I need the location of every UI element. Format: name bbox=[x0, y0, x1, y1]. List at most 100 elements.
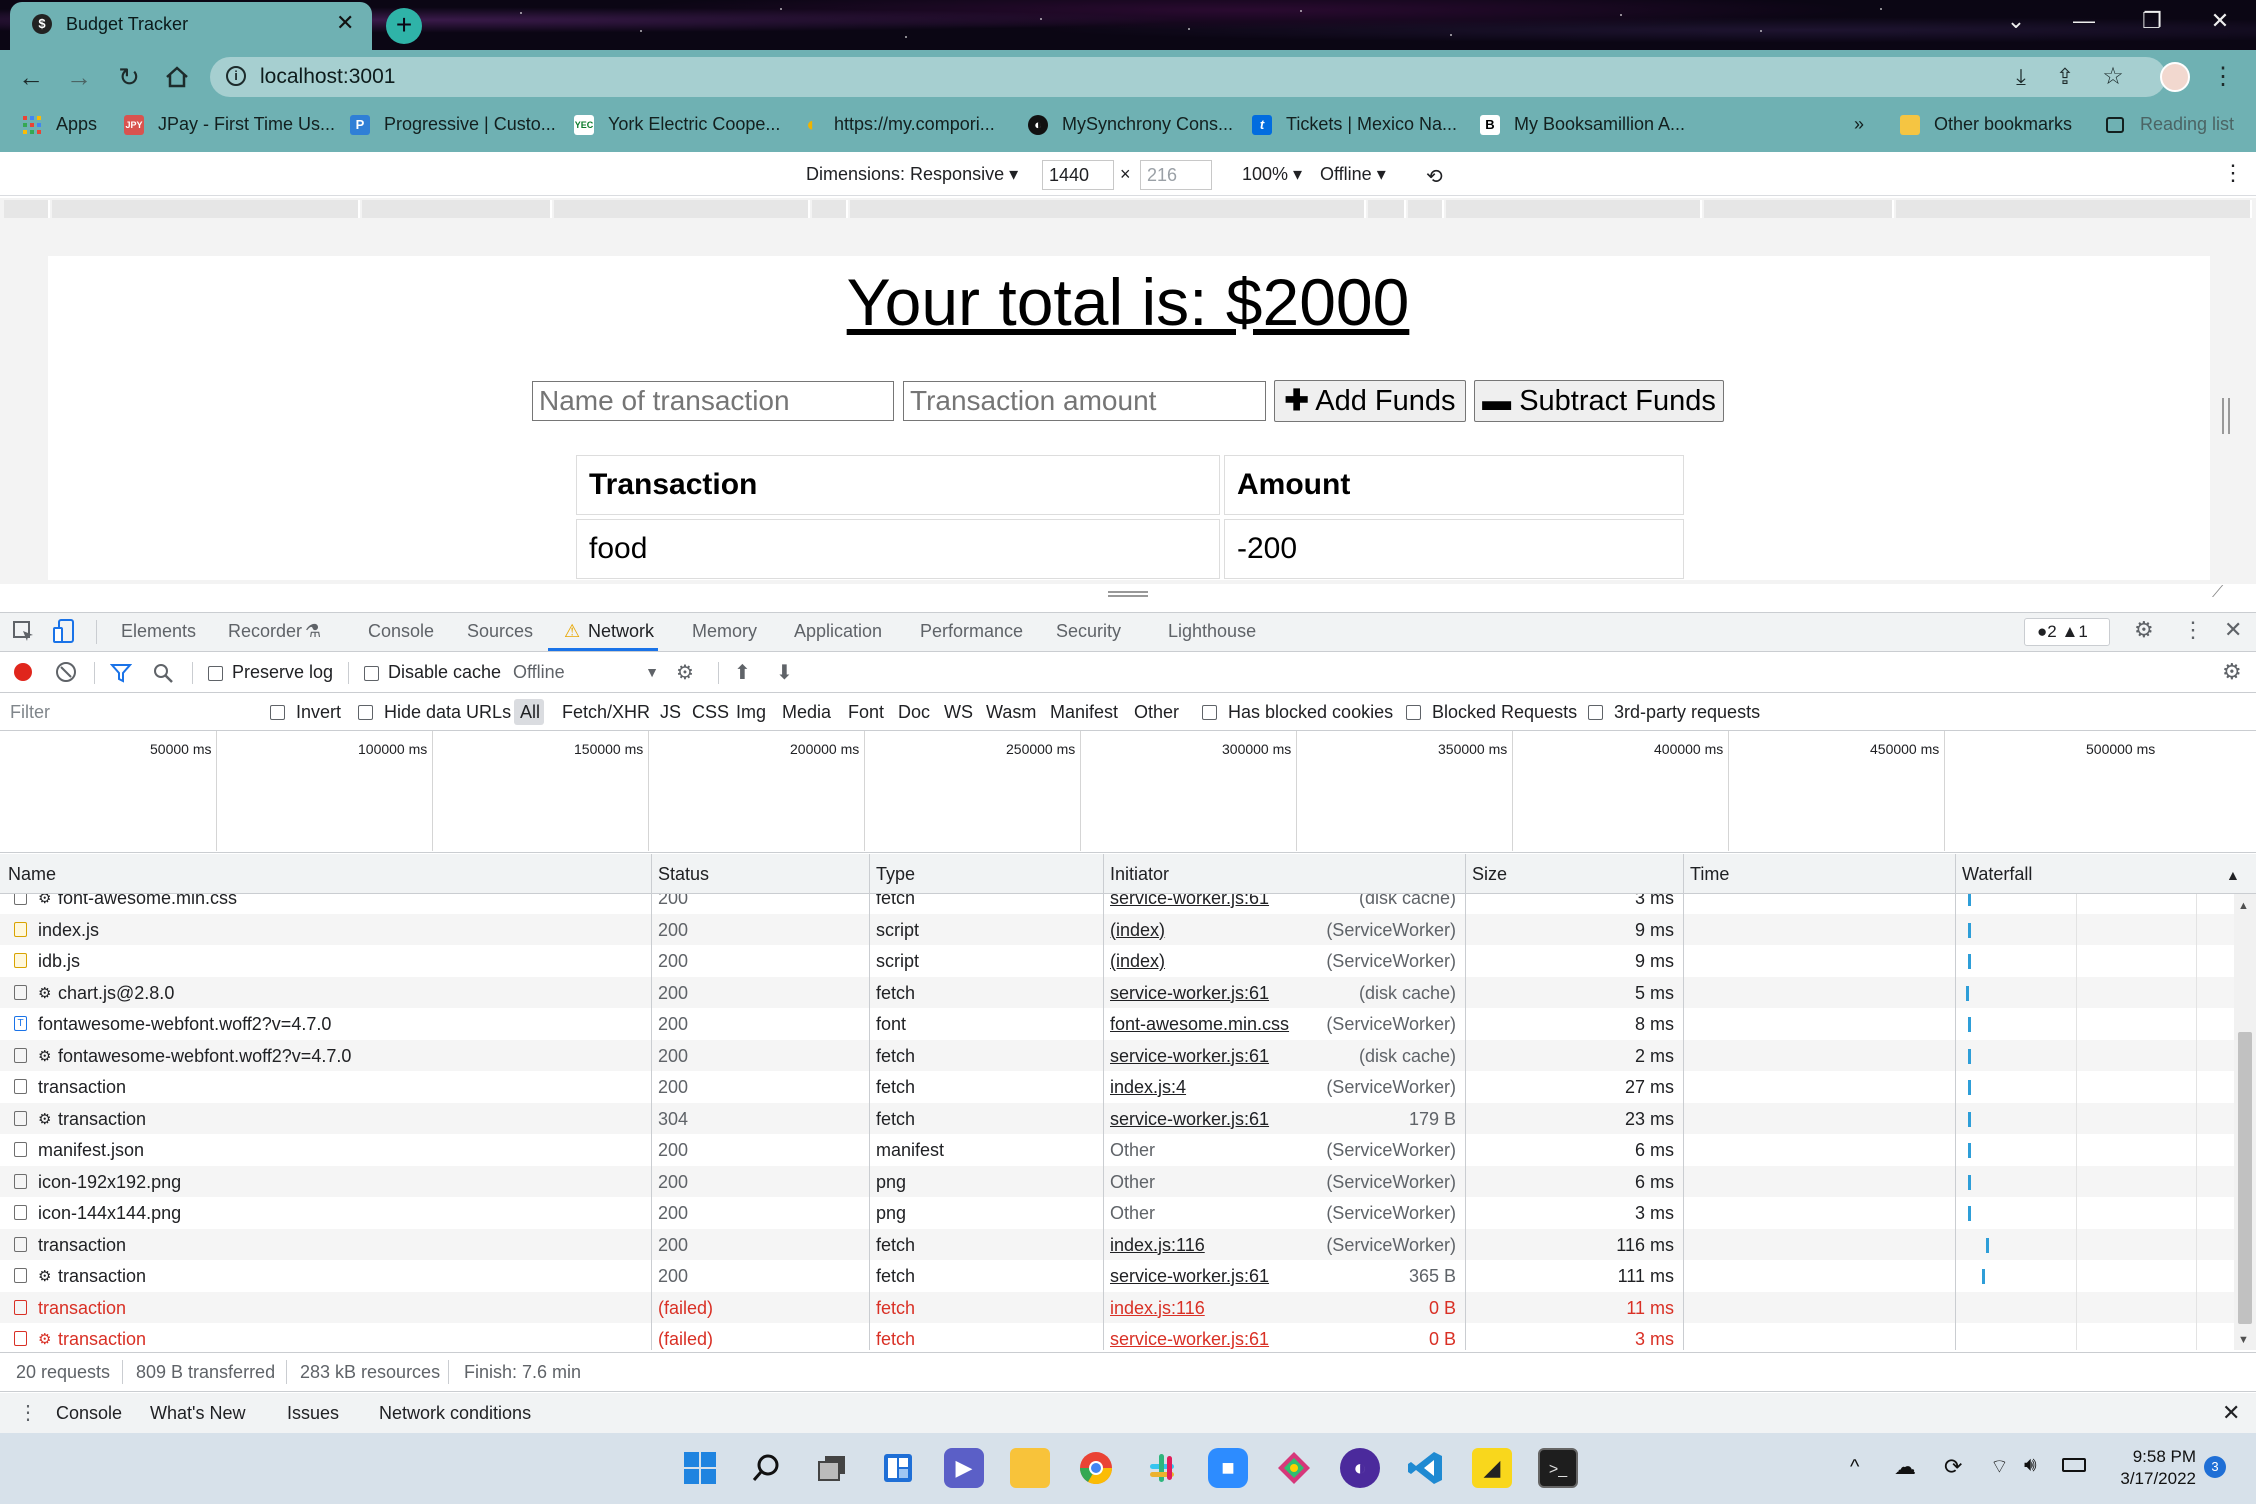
restore-button[interactable]: ❐ bbox=[2118, 0, 2186, 44]
transaction-amount-input[interactable]: Transaction amount bbox=[903, 381, 1266, 421]
clock[interactable]: 9:58 PM 3/17/2022 bbox=[2096, 1446, 2196, 1490]
widgets-icon[interactable] bbox=[878, 1448, 918, 1488]
tab-security[interactable]: Security bbox=[1056, 621, 1121, 642]
table-row[interactable]: ⚙ transaction 200 fetch service-worker.js:61… bbox=[0, 1260, 2234, 1292]
filter-type-js[interactable]: JS bbox=[660, 702, 681, 723]
network-conditions-icon[interactable]: ⚙ bbox=[676, 660, 694, 685]
request-initiator[interactable]: service-worker.js:61 bbox=[1110, 894, 1269, 909]
drawer-tab-network-conditions[interactable]: Network conditions bbox=[379, 1403, 531, 1424]
invert-checkbox[interactable] bbox=[270, 705, 285, 720]
table-row[interactable]: ⚙ fontawesome-webfont.woff2?v=4.7.0 200 fet… bbox=[0, 1039, 2234, 1071]
request-initiator[interactable]: service-worker.js:61 bbox=[1110, 983, 1269, 1004]
transaction-name-input[interactable]: Name of transaction bbox=[532, 381, 894, 421]
table-row[interactable]: transaction (failed) fetch index.js:116 0 B 1… bbox=[0, 1291, 2234, 1323]
filter-type-other[interactable]: Other bbox=[1134, 702, 1179, 723]
device-toggle-icon[interactable] bbox=[52, 618, 76, 644]
viewport-side-handle[interactable] bbox=[2222, 398, 2230, 434]
third-party-checkbox[interactable] bbox=[1588, 705, 1603, 720]
inspect-element-icon[interactable] bbox=[12, 620, 36, 644]
filter-type-css[interactable]: CSS bbox=[692, 702, 729, 723]
corner-resize-icon[interactable]: ⟋ bbox=[2212, 584, 2223, 602]
window-close-button[interactable]: ✕ bbox=[2186, 0, 2254, 44]
bookmark-synchrony[interactable]: MySynchrony Cons... bbox=[1062, 114, 1233, 135]
filter-type-doc[interactable]: Doc bbox=[898, 702, 930, 723]
column-waterfall[interactable]: Waterfall bbox=[1962, 864, 2032, 885]
start-windows-icon[interactable] bbox=[680, 1448, 720, 1488]
devtools-more-icon[interactable]: ⋮ bbox=[2182, 617, 2204, 643]
hide-data-urls-checkbox[interactable] bbox=[358, 705, 373, 720]
bookmark-compori[interactable]: https://my.compori... bbox=[834, 114, 995, 135]
settings-gear-icon[interactable]: ⚙ bbox=[2134, 617, 2154, 643]
table-row[interactable]: icon-192x192.png 200 png Other (ServiceWorke… bbox=[0, 1165, 2234, 1197]
dimensions-dropdown[interactable]: Dimensions: Responsive ▾ bbox=[806, 164, 1018, 185]
bookmark-apps[interactable]: Apps bbox=[56, 114, 97, 135]
tab-recorder[interactable]: Recorder bbox=[228, 621, 302, 642]
table-row[interactable]: index.js 200 script (index) (ServiceWorker) 9… bbox=[0, 913, 2234, 945]
throttle-dropdown[interactable]: Offline ▾ bbox=[1320, 164, 1386, 185]
home-icon[interactable] bbox=[160, 60, 194, 94]
bookmark-jpay[interactable]: JPay - First Time Us... bbox=[158, 114, 335, 135]
reload-icon[interactable]: ↻ bbox=[112, 60, 146, 94]
tab-console[interactable]: Console bbox=[368, 621, 434, 642]
back-arrow-icon[interactable]: ← bbox=[14, 60, 48, 94]
reading-list[interactable]: Reading list bbox=[2140, 114, 2234, 135]
request-initiator[interactable]: service-worker.js:61 bbox=[1110, 1266, 1269, 1287]
address-bar[interactable] bbox=[210, 57, 2166, 97]
filter-input[interactable]: Filter bbox=[10, 702, 50, 723]
subtract-funds-button[interactable]: ▬ Subtract Funds bbox=[1474, 380, 1724, 422]
network-settings-icon[interactable]: ⚙ bbox=[2222, 659, 2242, 685]
bookmark-booksamillion[interactable]: My Booksamillion A... bbox=[1514, 114, 1685, 135]
table-row[interactable]: ⚙ chart.js@2.8.0 200 fetch service-worker.js… bbox=[0, 976, 2234, 1008]
tab-elements[interactable]: Elements bbox=[121, 621, 196, 642]
import-har-icon[interactable]: ⬆ bbox=[734, 660, 751, 685]
request-initiator[interactable]: font-awesome.min.css bbox=[1110, 1014, 1289, 1035]
request-initiator[interactable]: index.js:116 bbox=[1110, 1298, 1205, 1319]
vscode-icon[interactable] bbox=[1406, 1448, 1446, 1488]
drawer-close-icon[interactable]: ✕ bbox=[2222, 1400, 2240, 1426]
tab-search-icon[interactable]: ⌄ bbox=[1982, 0, 2050, 44]
preserve-log-checkbox[interactable] bbox=[208, 666, 223, 681]
chrome-icon[interactable] bbox=[1076, 1448, 1116, 1488]
column-name[interactable]: Name bbox=[8, 864, 56, 885]
share-icon[interactable]: ⇪ bbox=[2048, 60, 2082, 94]
issues-counter[interactable]: ●2 ▲1 bbox=[2024, 618, 2110, 646]
request-initiator[interactable]: service-worker.js:61 bbox=[1110, 1109, 1269, 1130]
filter-type-font[interactable]: Font bbox=[848, 702, 884, 723]
request-initiator[interactable]: index.js:116 bbox=[1110, 1235, 1205, 1256]
slack-icon[interactable] bbox=[1142, 1448, 1182, 1488]
filter-type-wasm[interactable]: Wasm bbox=[986, 702, 1036, 723]
request-initiator[interactable]: (index) bbox=[1110, 951, 1165, 972]
show-hidden-icons-icon[interactable]: ^ bbox=[1850, 1456, 1859, 1479]
column-type[interactable]: Type bbox=[876, 864, 915, 885]
tab-lighthouse[interactable]: Lighthouse bbox=[1168, 621, 1256, 642]
bookmarks-overflow-button[interactable]: » bbox=[1854, 114, 1864, 135]
file-explorer-icon[interactable] bbox=[1010, 1448, 1050, 1488]
new-tab-button[interactable]: + bbox=[386, 8, 422, 44]
bookmark-star-icon[interactable]: ☆ bbox=[2096, 60, 2130, 94]
tab-memory[interactable]: Memory bbox=[692, 621, 757, 642]
table-row[interactable]: ⚙ font-awesome.min.css 200 fetch service-wor… bbox=[0, 894, 2234, 914]
table-row[interactable]: ⚙ transaction (failed) fetch service-worker.… bbox=[0, 1323, 2234, 1350]
filter-type-manifest[interactable]: Manifest bbox=[1050, 702, 1118, 723]
volume-icon[interactable]: 🔊︎ bbox=[2024, 1454, 2037, 1477]
disable-cache-checkbox[interactable] bbox=[364, 666, 379, 681]
bookmark-tickets[interactable]: Tickets | Mexico Na... bbox=[1286, 114, 1457, 135]
drawer-menu-icon[interactable]: ⋮ bbox=[18, 1400, 38, 1425]
table-row[interactable]: icon-144x144.png 200 png Other (ServiceWorke… bbox=[0, 1197, 2234, 1229]
network-overview[interactable]: 50000 ms 100000 ms 150000 ms 200000 ms 2… bbox=[0, 731, 2256, 853]
table-row[interactable]: transaction 200 fetch index.js:116 (ServiceW… bbox=[0, 1228, 2234, 1260]
drawer-tab-whats-new[interactable]: What's New bbox=[150, 1403, 245, 1424]
blocked-cookies-checkbox[interactable] bbox=[1202, 705, 1217, 720]
profile-avatar[interactable] bbox=[2160, 62, 2190, 92]
blocked-requests-checkbox[interactable] bbox=[1406, 705, 1421, 720]
request-initiator[interactable]: (index) bbox=[1110, 920, 1165, 941]
sync-icon[interactable]: ⟳ bbox=[1944, 1454, 1962, 1480]
tab-performance[interactable]: Performance bbox=[920, 621, 1023, 642]
devtools-close-icon[interactable]: ✕ bbox=[2224, 617, 2242, 643]
forward-arrow-icon[interactable]: → bbox=[62, 60, 96, 94]
filter-type-media[interactable]: Media bbox=[782, 702, 831, 723]
bookmark-progressive[interactable]: Progressive | Custo... bbox=[384, 114, 556, 135]
notification-badge[interactable]: 3 bbox=[2204, 1456, 2226, 1478]
filter-type-fetch[interactable]: Fetch/XHR bbox=[562, 702, 650, 723]
clear-icon[interactable] bbox=[56, 662, 76, 682]
